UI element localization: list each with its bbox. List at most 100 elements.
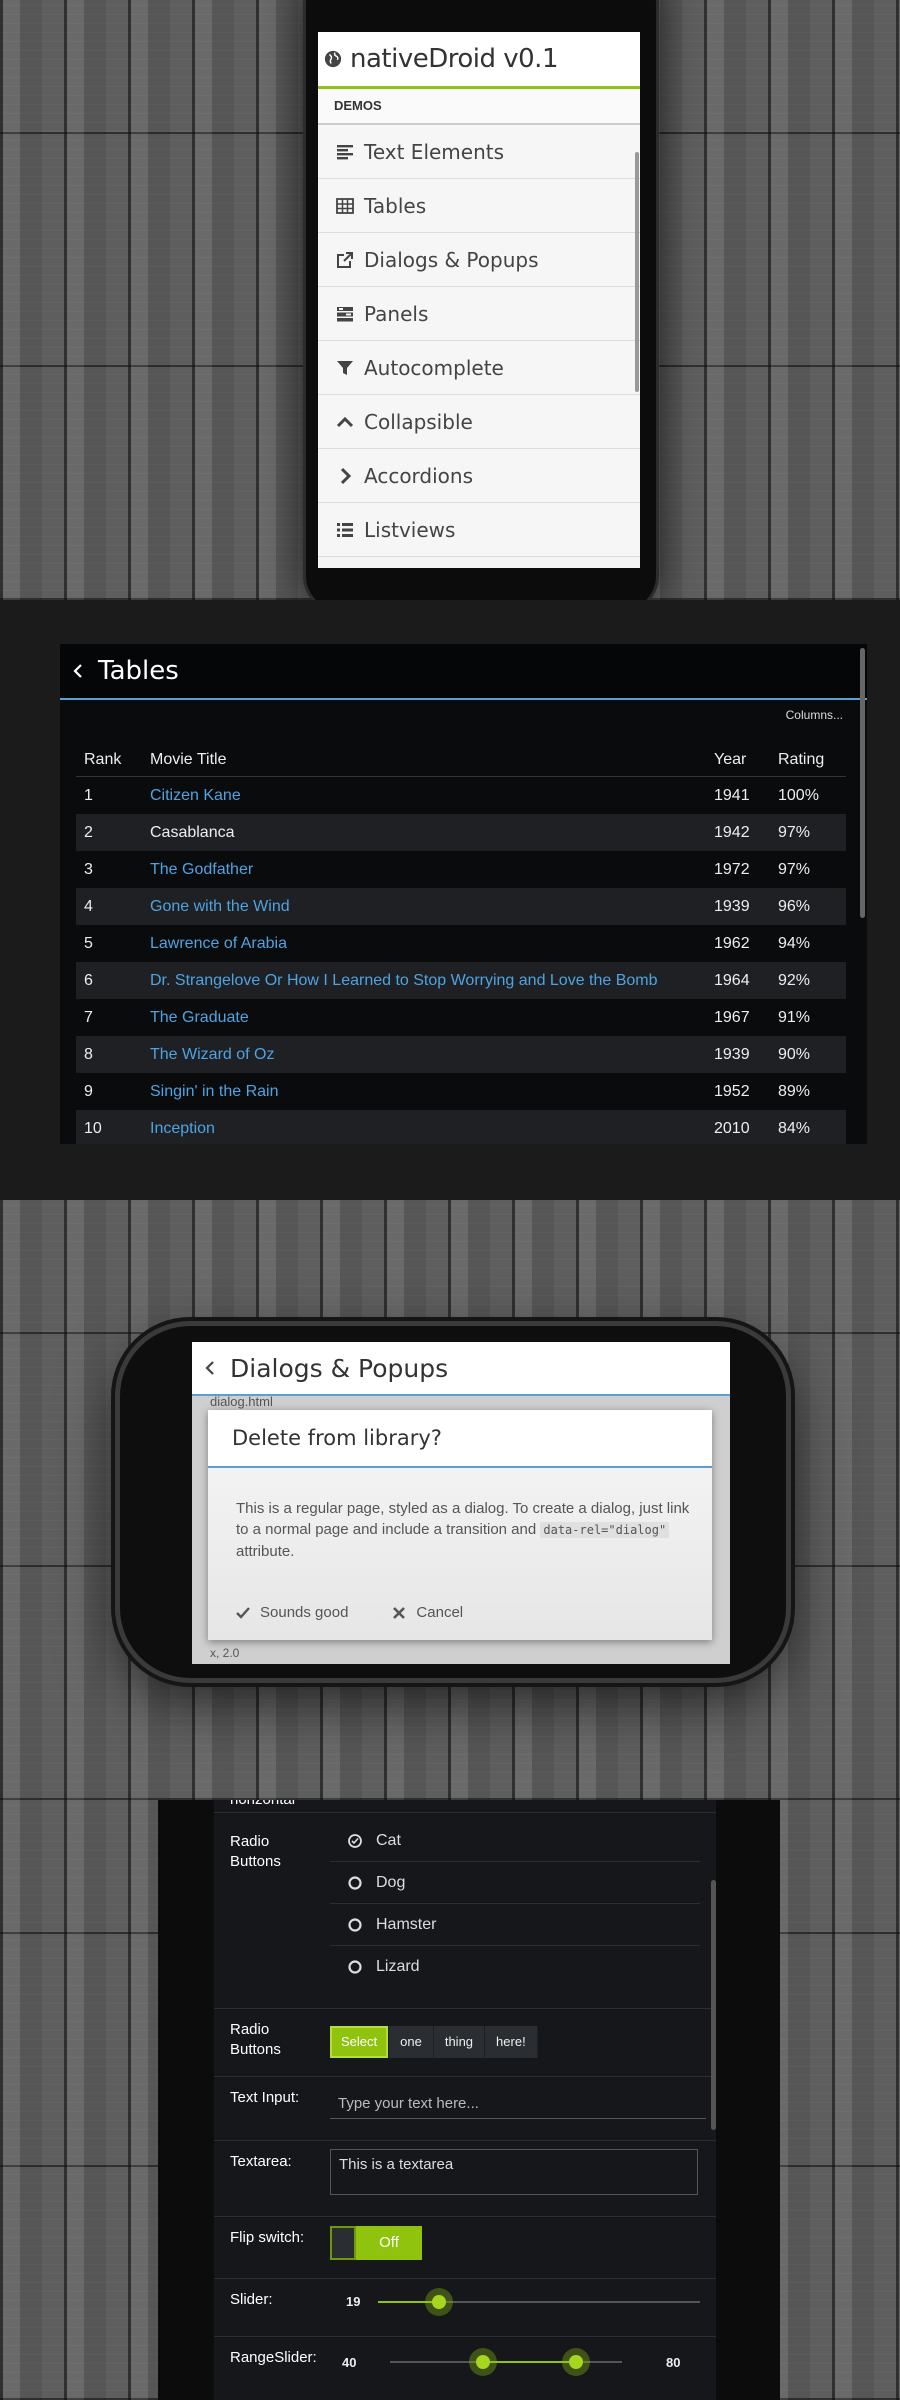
menu-item-dialogs-popups[interactable]: Dialogs & Popups — [318, 233, 640, 287]
menu-item-text-elements[interactable]: Text Elements — [318, 125, 640, 179]
menu-item-listviews[interactable]: Listviews — [318, 503, 640, 557]
table-row[interactable]: 9 Singin' in the Rain 1952 89% — [76, 1073, 846, 1110]
table-row[interactable]: 3 The Godfather 1972 97% — [76, 851, 846, 888]
radio-option-hamster[interactable]: Hamster — [330, 1904, 700, 1946]
menu-item-label: Dialogs & Popups — [364, 247, 539, 272]
cell-year: 1941 — [706, 776, 770, 814]
segment-one[interactable]: one — [389, 2026, 434, 2058]
panel-form: horizontal Radio Buttons Cat Dog Hamster… — [0, 1800, 900, 2400]
back-chevron-icon[interactable] — [70, 663, 86, 679]
radio-option-label: Dog — [376, 1873, 406, 1891]
column-header-year[interactable]: Year — [706, 744, 770, 777]
form-screen: horizontal Radio Buttons Cat Dog Hamster… — [214, 1800, 716, 2400]
phone-screen: nativeDroid v0.1 DEMOS Text Elements Tab… — [318, 32, 640, 568]
table-row[interactable]: 8 The Wizard of Oz 1939 90% — [76, 1036, 846, 1073]
section-divider: DEMOS — [318, 89, 640, 125]
segment-select[interactable]: Select — [330, 2026, 390, 2058]
range-max-value[interactable]: 80 — [666, 2355, 680, 2370]
radio-option-lizard[interactable]: Lizard — [330, 1946, 700, 1987]
table-row[interactable]: 10 Inception 2010 84% — [76, 1110, 846, 1144]
cell-title[interactable]: The Wizard of Oz — [142, 1036, 706, 1073]
slider-label: Slider: — [230, 2291, 273, 2308]
panels-icon — [337, 306, 353, 321]
range-min-value[interactable]: 40 — [342, 2355, 356, 2370]
menu-item-collapsible[interactable]: Collapsible — [318, 395, 640, 449]
radio-option-cat[interactable]: Cat — [330, 1820, 700, 1862]
columns-button[interactable]: Columns... — [786, 708, 843, 722]
table-row[interactable]: 2 Casablanca 1942 97% — [76, 814, 846, 851]
radio-option-dog[interactable]: Dog — [330, 1862, 700, 1904]
menu-item-autocomplete[interactable]: Autocomplete — [318, 341, 640, 395]
flip-switch-knob[interactable] — [330, 2226, 356, 2260]
table-row[interactable]: 5 Lawrence of Arabia 1962 94% — [76, 925, 846, 962]
table-icon — [336, 197, 354, 214]
cell-rank: 8 — [76, 1036, 142, 1073]
scrollbar[interactable] — [860, 648, 865, 918]
segment-thing[interactable]: thing — [433, 2026, 486, 2058]
confirm-button[interactable]: Sounds good — [236, 1604, 348, 1621]
cell-year: 1964 — [706, 962, 770, 999]
flip-switch[interactable]: Off — [330, 2226, 422, 2260]
app-header: nativeDroid v0.1 — [318, 32, 640, 89]
dialog-text: attribute. — [236, 1543, 295, 1560]
scrollbar[interactable] — [711, 1880, 716, 2130]
cell-year: 1972 — [706, 851, 770, 888]
radio-unchecked-icon — [348, 1875, 362, 1890]
column-header-rating[interactable]: Rating — [770, 744, 846, 777]
range-thumb-high[interactable] — [561, 2348, 590, 2376]
chevron-right-icon — [340, 467, 352, 484]
cell-title[interactable]: Singin' in the Rain — [142, 1073, 706, 1110]
table-row[interactable]: 6 Dr. Strangelove Or How I Learned to Sto… — [76, 962, 846, 999]
textarea[interactable]: This is a textarea — [330, 2149, 698, 2195]
cell-year: 1967 — [706, 999, 770, 1036]
cancel-button[interactable]: Cancel — [392, 1604, 463, 1621]
cell-title[interactable]: Dr. Strangelove Or How I Learned to Stop… — [142, 962, 706, 999]
flip-switch-value: Off — [379, 2234, 399, 2251]
text-input[interactable]: Type your text here... — [330, 2092, 706, 2119]
check-icon — [236, 1606, 250, 1619]
range-thumb-low[interactable] — [468, 2348, 497, 2376]
menu-item-label: Text Elements — [364, 139, 505, 164]
cell-title[interactable]: The Godfather — [142, 851, 706, 888]
radio-option-label: Lizard — [376, 1957, 420, 1975]
cell-title[interactable]: Inception — [142, 1110, 706, 1144]
back-chevron-icon[interactable] — [202, 1360, 218, 1376]
align-left-icon — [337, 144, 353, 159]
cell-rank: 7 — [76, 999, 142, 1036]
panel-tables: Tables Columns... Rank Movie Title Year … — [0, 600, 900, 1200]
segment-here[interactable]: here! — [485, 2026, 538, 2058]
flip-switch-label: Flip switch: — [230, 2229, 305, 2246]
cell-title[interactable]: Gone with the Wind — [142, 888, 706, 925]
external-link-icon — [337, 251, 353, 268]
column-header-rank[interactable]: Rank — [76, 744, 142, 777]
slider-thumb[interactable] — [425, 2288, 454, 2316]
menu-item-tables[interactable]: Tables — [318, 179, 640, 233]
background-text: dialog.html — [210, 1394, 273, 1409]
range-slider-label: RangeSlider: — [230, 2349, 317, 2366]
table-row[interactable]: 4 Gone with the Wind 1939 96% — [76, 888, 846, 925]
cell-year: 2010 — [706, 1110, 770, 1144]
table-row[interactable]: 7 The Graduate 1967 91% — [76, 999, 846, 1036]
scrollbar[interactable] — [635, 152, 639, 392]
cell-rating: 96% — [770, 888, 846, 925]
background-text: x, 2.0 — [210, 1646, 240, 1660]
menu-item-label: Panels — [364, 301, 429, 326]
radio-group-label: Radio Buttons — [230, 1833, 281, 1870]
cell-rank: 9 — [76, 1073, 142, 1110]
cell-rank: 4 — [76, 888, 142, 925]
column-header-title[interactable]: Movie Title — [142, 744, 706, 777]
radio-group-row: Radio Buttons Cat Dog Hamster Lizard — [214, 1812, 716, 2009]
cell-title[interactable]: Citizen Kane — [142, 776, 706, 814]
cell-rank: 5 — [76, 925, 142, 962]
menu-item-label: Tables — [364, 193, 427, 218]
cell-rank: 2 — [76, 814, 142, 851]
dialog-actions: Sounds good Cancel — [236, 1604, 463, 1621]
table-row[interactable]: 1 Citizen Kane 1941 100% — [76, 776, 846, 814]
cell-title[interactable]: The Graduate — [142, 999, 706, 1036]
slider-value[interactable]: 19 — [346, 2294, 360, 2309]
menu-item-panels[interactable]: Panels — [318, 287, 640, 341]
dialog-title: Delete from library? — [208, 1410, 712, 1468]
flip-switch-row: Flip switch: Off — [214, 2216, 716, 2279]
cell-title[interactable]: Lawrence of Arabia — [142, 925, 706, 962]
menu-item-accordions[interactable]: Accordions — [318, 449, 640, 503]
